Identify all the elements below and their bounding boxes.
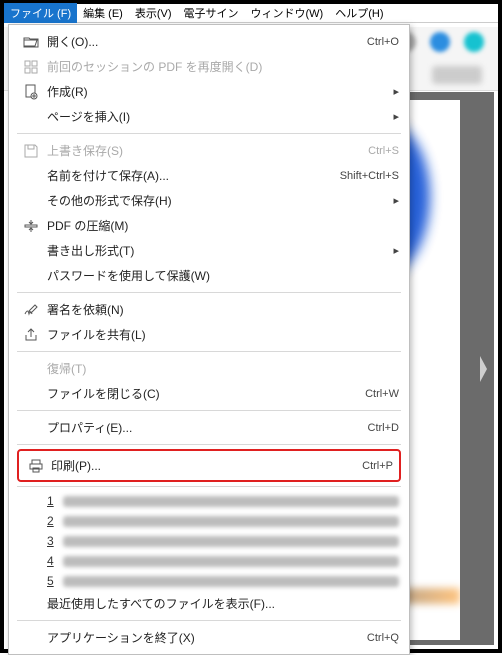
create-icon: [19, 84, 43, 100]
compress-icon: [19, 218, 43, 234]
menu-separator: [17, 620, 401, 621]
menu-show-all-recent-label: 最近使用したすべてのファイルを表示(F)...: [19, 595, 399, 612]
reopen-icon: [19, 59, 43, 75]
menu-exit-label: アプリケーションを終了(X): [19, 629, 359, 646]
toolbar-icon-3[interactable]: [464, 32, 484, 52]
menu-open-shortcut: Ctrl+O: [359, 36, 399, 48]
recent-number: 3: [47, 534, 57, 548]
menu-save-as[interactable]: 名前を付けて保存(A)... Shift+Ctrl+S: [9, 163, 409, 188]
menu-save-label: 上書き保存(S): [43, 142, 360, 159]
menu-insert-page[interactable]: ページを挿入(I) ▸: [9, 104, 409, 129]
menu-separator: [17, 133, 401, 134]
menu-share-file-label: ファイルを共有(L): [43, 326, 399, 343]
menu-separator: [17, 410, 401, 411]
menu-insert-page-label: ページを挿入(I): [19, 108, 385, 125]
menu-close-shortcut: Ctrl+W: [357, 388, 399, 400]
menu-save-as-label: 名前を付けて保存(A)...: [19, 167, 332, 184]
file-menu-dropdown: 開く(O)... Ctrl+O 前回のセッションの PDF を再度開く(D) 作…: [8, 24, 410, 655]
menu-close-file-label: ファイルを閉じる(C): [19, 385, 357, 402]
menu-print-label: 印刷(P)...: [47, 457, 354, 474]
menu-recent-2[interactable]: 2: [9, 511, 409, 531]
recent-number: 4: [47, 554, 57, 568]
print-icon: [25, 458, 47, 474]
menu-compress[interactable]: PDF の圧縮(M): [9, 213, 409, 238]
menu-close-file[interactable]: ファイルを閉じる(C) Ctrl+W: [9, 381, 409, 406]
menu-create[interactable]: 作成(R) ▸: [9, 79, 409, 104]
menu-save: 上書き保存(S) Ctrl+S: [9, 138, 409, 163]
menu-exit[interactable]: アプリケーションを終了(X) Ctrl+Q: [9, 625, 409, 650]
menu-save-shortcut: Ctrl+S: [360, 145, 399, 157]
menu-export-label: 書き出し形式(T): [19, 242, 385, 259]
menu-open-label: 開く(O)...: [43, 33, 359, 50]
menu-save-other[interactable]: その他の形式で保存(H) ▸: [9, 188, 409, 213]
menu-recent-3[interactable]: 3: [9, 531, 409, 551]
menu-open[interactable]: 開く(O)... Ctrl+O: [9, 29, 409, 54]
menu-export[interactable]: 書き出し形式(T) ▸: [9, 238, 409, 263]
recent-file-blur: [63, 496, 399, 507]
menubar: ファイル (F) 編集 (E) 表示(V) 電子サイン ウィンドウ(W) ヘルプ…: [4, 4, 498, 23]
menu-view[interactable]: 表示(V): [129, 3, 178, 23]
menu-compress-label: PDF の圧縮(M): [43, 217, 399, 234]
menu-show-all-recent[interactable]: 最近使用したすべてのファイルを表示(F)...: [9, 591, 409, 616]
menu-revert-label: 復帰(T): [19, 360, 399, 377]
menu-properties[interactable]: プロパティ(E)... Ctrl+D: [9, 415, 409, 440]
menu-protect-label: パスワードを使用して保護(W): [19, 267, 399, 284]
menu-create-label: 作成(R): [43, 83, 385, 100]
menu-esign[interactable]: 電子サイン: [178, 3, 245, 23]
save-icon: [19, 143, 43, 159]
menu-revert: 復帰(T): [9, 356, 409, 381]
menu-edit[interactable]: 編集 (E): [77, 3, 129, 23]
menu-properties-shortcut: Ctrl+D: [360, 422, 399, 434]
menu-reopen-session: 前回のセッションの PDF を再度開く(D): [9, 54, 409, 79]
menu-window[interactable]: ウィンドウ(W): [245, 3, 330, 23]
recent-file-blur: [63, 556, 399, 567]
menu-recent-5[interactable]: 5: [9, 571, 409, 591]
menu-recent-1[interactable]: 1: [9, 491, 409, 511]
share-icon: [19, 327, 43, 343]
menu-share-file[interactable]: ファイルを共有(L): [9, 322, 409, 347]
signature-icon: [19, 302, 43, 318]
menu-properties-label: プロパティ(E)...: [19, 419, 360, 436]
menu-recent-4[interactable]: 4: [9, 551, 409, 571]
menu-separator: [17, 444, 401, 445]
chevron-right-icon: ▸: [385, 110, 399, 123]
recent-number: 2: [47, 514, 57, 528]
chevron-right-icon: ▸: [385, 244, 399, 257]
folder-open-icon: [19, 34, 43, 50]
menu-reopen-label: 前回のセッションの PDF を再度開く(D): [43, 58, 399, 75]
menu-protect[interactable]: パスワードを使用して保護(W): [9, 263, 409, 288]
menu-file[interactable]: ファイル (F): [4, 3, 77, 23]
menu-help[interactable]: ヘルプ(H): [329, 3, 389, 23]
recent-file-blur: [63, 516, 399, 527]
recent-file-blur: [63, 536, 399, 547]
menu-save-as-shortcut: Shift+Ctrl+S: [332, 170, 399, 182]
recent-number: 1: [47, 494, 57, 508]
menu-print-shortcut: Ctrl+P: [354, 460, 393, 472]
toolbar-icon-2[interactable]: [430, 32, 450, 52]
menu-separator: [17, 486, 401, 487]
page-next-arrow[interactable]: [478, 354, 488, 384]
chevron-right-icon: ▸: [385, 85, 399, 98]
menu-separator: [17, 351, 401, 352]
menu-print[interactable]: 印刷(P)... Ctrl+P: [17, 449, 401, 482]
menu-request-signature[interactable]: 署名を依頼(N): [9, 297, 409, 322]
chevron-right-icon: ▸: [385, 194, 399, 207]
toolbar-control[interactable]: [432, 66, 482, 84]
menu-request-signature-label: 署名を依頼(N): [43, 301, 399, 318]
menu-separator: [17, 292, 401, 293]
menu-exit-shortcut: Ctrl+Q: [359, 632, 399, 644]
menu-save-other-label: その他の形式で保存(H): [19, 192, 385, 209]
recent-number: 5: [47, 574, 57, 588]
recent-file-blur: [63, 576, 399, 587]
